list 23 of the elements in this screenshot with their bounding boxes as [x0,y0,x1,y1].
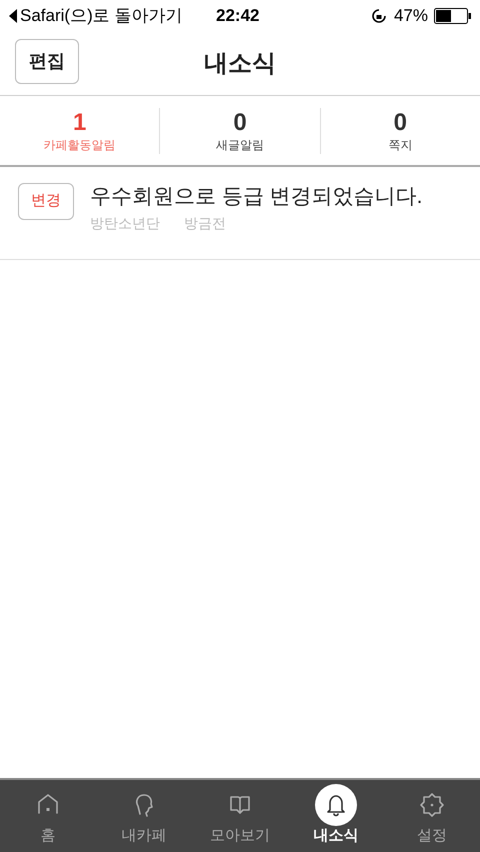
bell-icon [315,784,357,826]
status-time: 22:42 [216,5,260,28]
cafe-name: 방탄소년단 [90,214,160,233]
tab-bar-item[interactable]: 내카페 [96,780,192,852]
back-arrow-icon [8,8,18,24]
tab-bar-item[interactable]: 모아보기 [192,780,288,852]
notification-message: 우수회원으로 등급 변경되었습니다. [90,184,423,210]
edit-button[interactable]: 편집 [15,39,79,84]
gear-icon [418,791,446,819]
page-title: 내소식 [204,48,276,78]
battery-icon [434,8,472,24]
tab-bar-item[interactable]: 내소식 [288,780,384,852]
tab-bar-item[interactable]: 설정 [384,780,480,852]
change-tag: 변경 [18,183,74,220]
tab-bar-item[interactable]: 홈 [0,780,96,852]
counter-tab[interactable]: 1 카페활동알림 [0,108,160,154]
notification-item[interactable]: 변경 우수회원으로 등급 변경되었습니다. 방탄소년단 방금전 [0,167,480,260]
back-to-safari-link[interactable]: Safari(으)로 돌아가기 [20,3,182,29]
notification-time: 방금전 [184,214,226,233]
rotation-lock-icon [370,7,388,25]
counter-tab[interactable]: 0 새글알림 [159,108,320,154]
battery-percent: 47% [394,5,428,28]
counter-tab[interactable]: 0 쪽지 [320,108,480,154]
